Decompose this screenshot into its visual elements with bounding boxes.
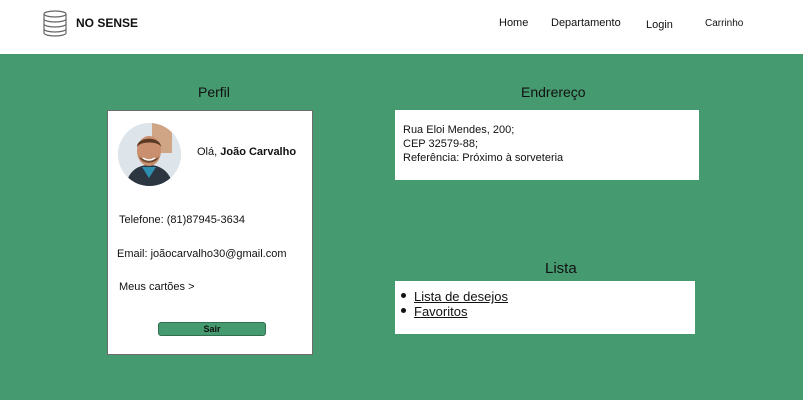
email-text: Email: joãocarvalho30@gmail.com (117, 248, 287, 260)
user-name: João Carvalho (220, 146, 297, 158)
nav-departamento[interactable]: Departamento (551, 17, 621, 29)
meus-cartoes-link[interactable]: Meus cartões > (119, 281, 195, 293)
nav-login[interactable]: Login (646, 19, 673, 31)
lista-title: Lista (545, 260, 577, 277)
list-item: Lista de desejos (401, 289, 695, 304)
user-photo-icon (118, 123, 181, 186)
wishlist-link[interactable]: Lista de desejos (414, 289, 508, 304)
address-street: Rua Eloi Mendes, 200; (403, 124, 515, 136)
phone-text: Telefone: (81)87945-3634 (119, 214, 245, 226)
list-item: Favoritos (401, 304, 695, 319)
brand-name[interactable]: NO SENSE (76, 16, 138, 30)
greeting: Olá, João Carvalho (197, 146, 296, 158)
avatar (118, 123, 181, 186)
logout-button[interactable]: Sair (158, 322, 266, 336)
address-reference: Referência: Próximo à sorveteria (403, 152, 564, 164)
profile-card: Olá, João Carvalho Telefone: (81)87945-3… (107, 110, 313, 355)
address-box: Rua Eloi Mendes, 200; CEP 32579-88; Refe… (395, 110, 699, 180)
nav-home[interactable]: Home (499, 17, 528, 29)
bullet-icon (401, 308, 406, 313)
database-stack-icon (43, 10, 67, 37)
favorites-link[interactable]: Favoritos (414, 304, 467, 319)
top-navbar: NO SENSE Home Departamento Login Carrinh… (0, 0, 803, 54)
endereco-title: Endrereço (521, 84, 586, 100)
address-cep: CEP 32579-88; (403, 138, 479, 150)
list-box: Lista de desejos Favoritos (395, 281, 695, 334)
greeting-prefix: Olá, (197, 146, 218, 158)
list-links: Lista de desejos Favoritos (401, 289, 695, 319)
nav-carrinho[interactable]: Carrinho (705, 18, 743, 29)
bullet-icon (401, 293, 406, 298)
perfil-title: Perfil (198, 84, 230, 100)
